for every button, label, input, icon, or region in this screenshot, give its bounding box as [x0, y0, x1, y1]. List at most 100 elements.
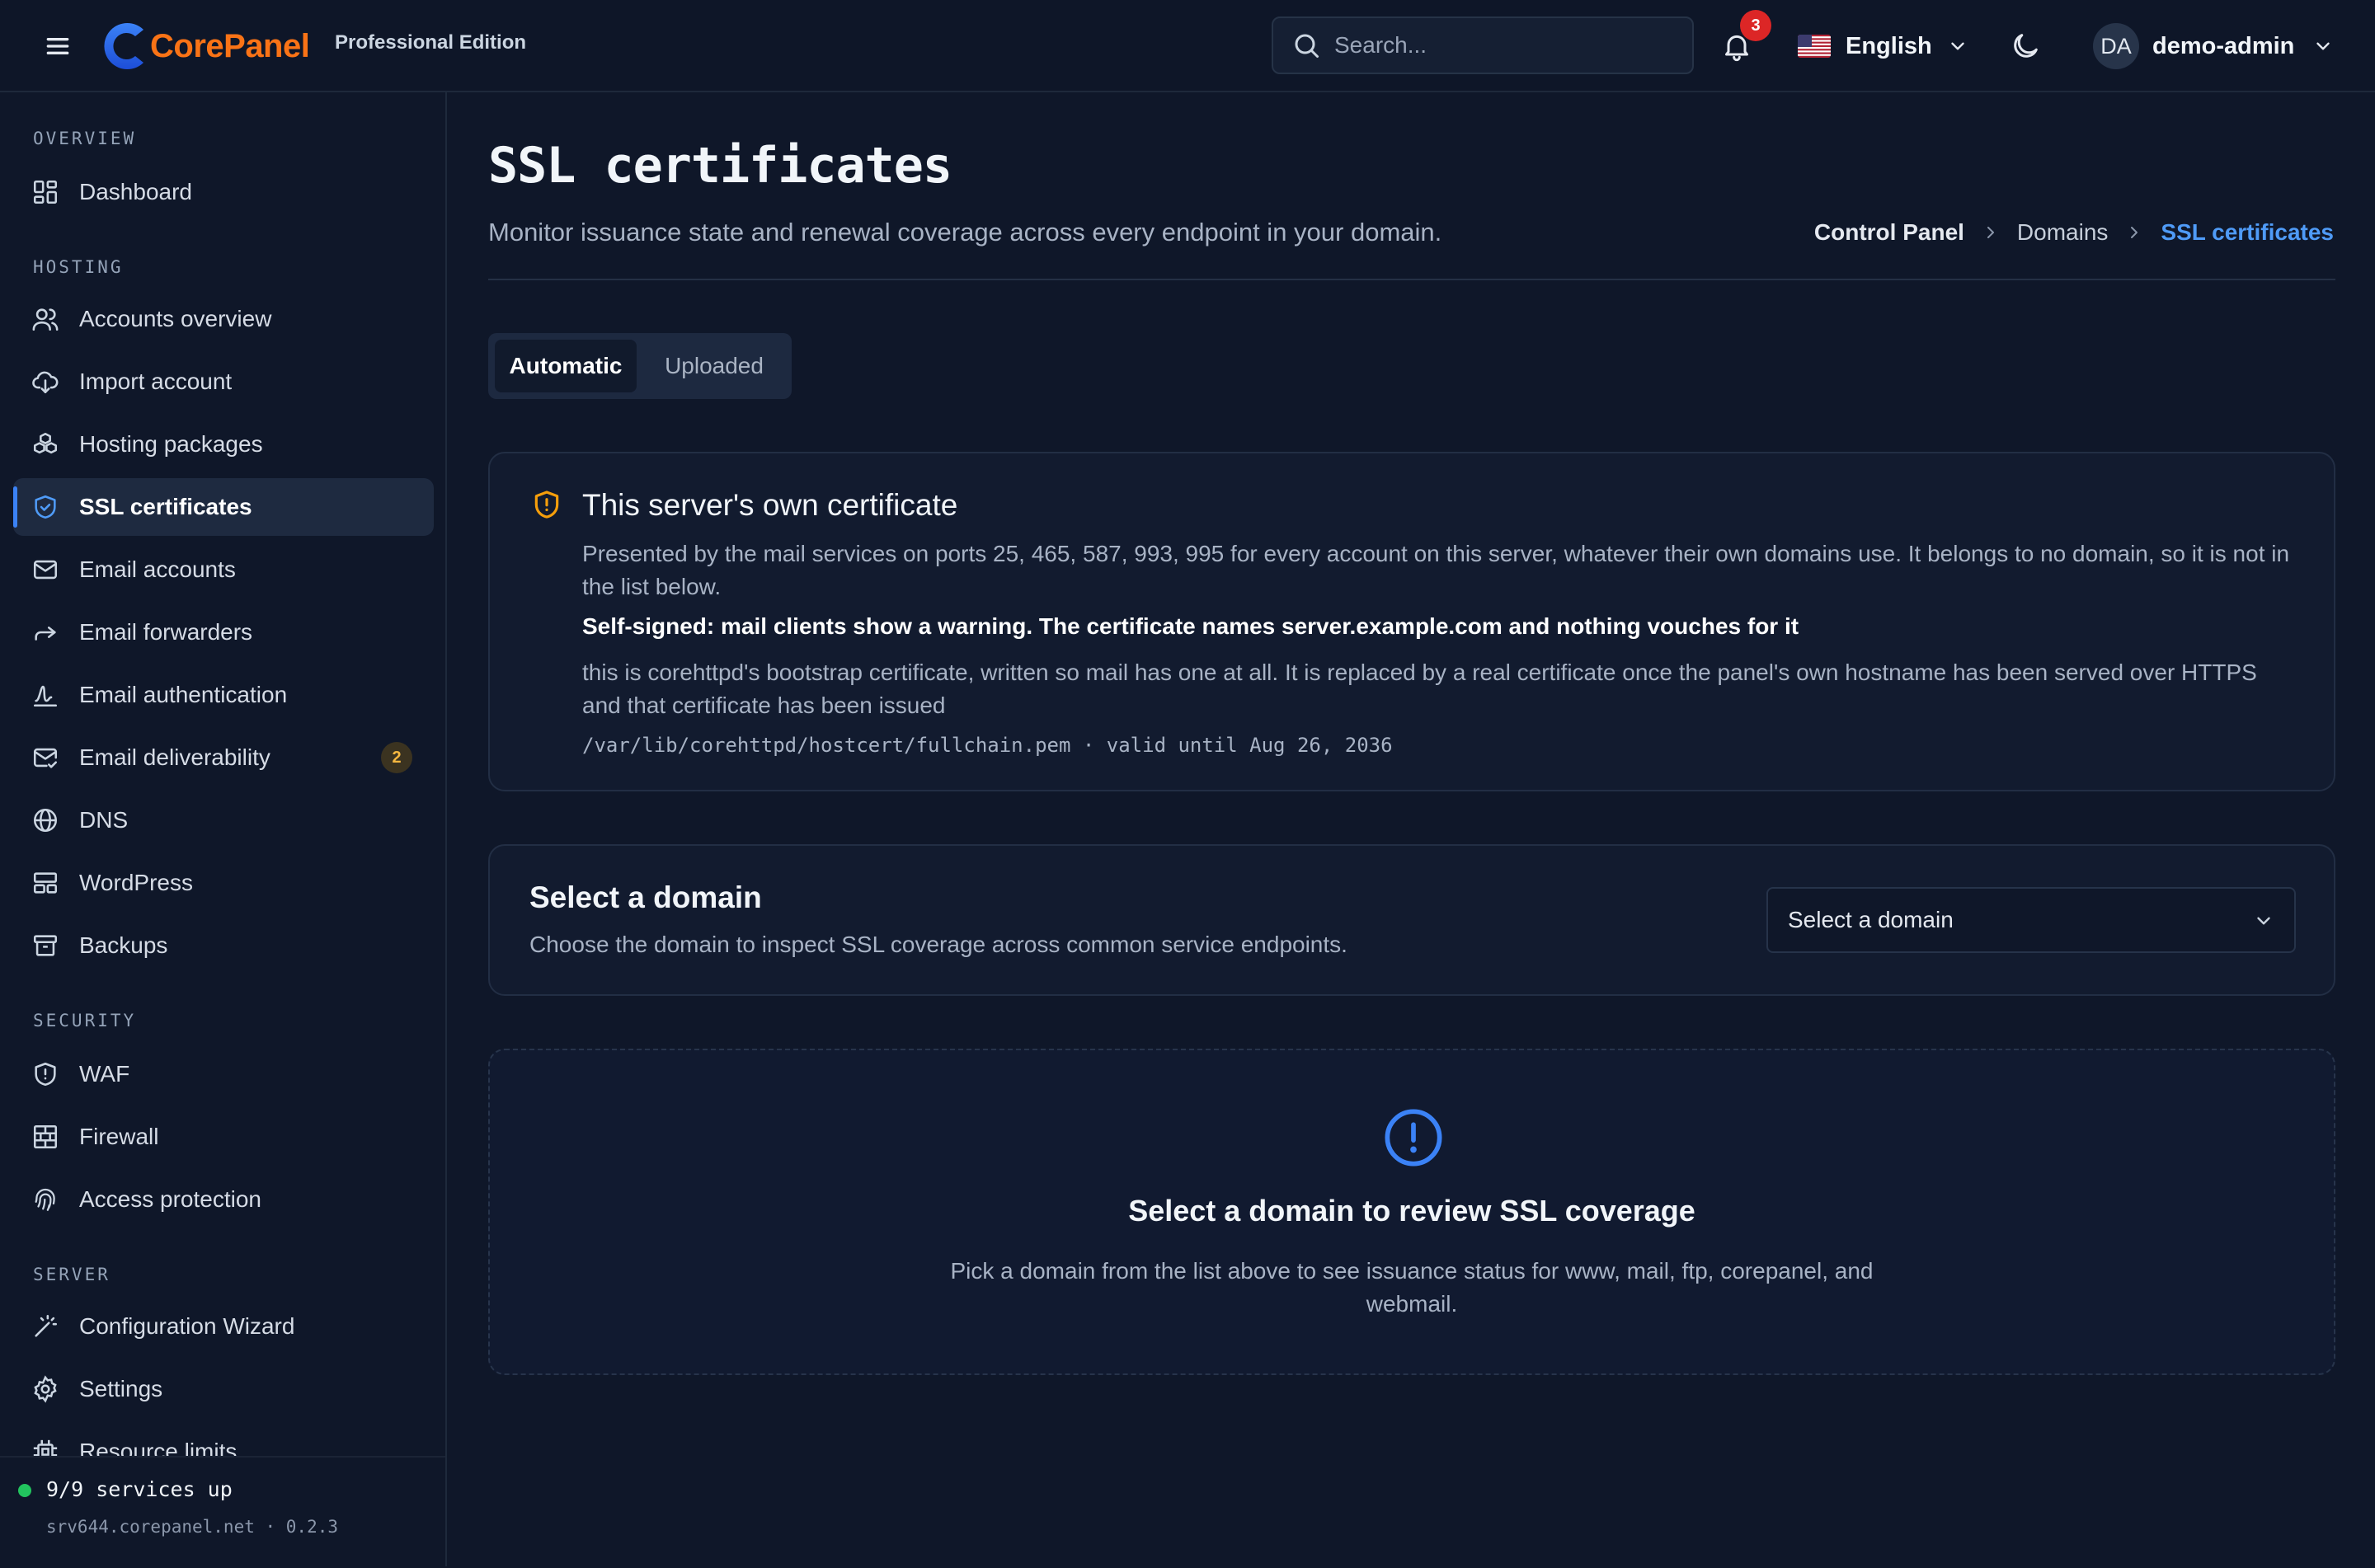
users-icon	[32, 308, 59, 331]
sidebar-item-label: Backups	[79, 932, 168, 958]
certificate-title: This server's own certificate	[582, 488, 958, 522]
chevron-right-icon	[1987, 227, 1994, 238]
certificate-description: Presented by the mail services on ports …	[582, 541, 2290, 599]
shield-alert-icon	[35, 1062, 56, 1087]
sidebar-item-configuration-wizard[interactable]: Configuration Wizard	[13, 1298, 434, 1355]
user-menu[interactable]: DA demo-admin	[2093, 21, 2334, 71]
wand-icon	[35, 1314, 58, 1337]
sidebar-item-waf[interactable]: WAF	[13, 1045, 434, 1103]
page-subtitle: Monitor issuance state and renewal cover…	[488, 218, 1442, 246]
deliverability-count-badge: 2	[381, 742, 412, 773]
sidebar-item-label: DNS	[79, 807, 129, 833]
chevron-right-icon	[2131, 227, 2138, 238]
sidebar-item-label: Firewall	[79, 1124, 159, 1149]
sidebar: OVERVIEW Dashboard HOSTING Accounts over…	[0, 92, 447, 1566]
sidebar-section-security: SECURITY	[33, 1011, 137, 1030]
breadcrumb-control-panel[interactable]: Control Panel	[1814, 219, 1964, 246]
sidebar-item-label: Configuration Wizard	[79, 1313, 295, 1339]
certificate-tabs: Automatic Uploaded	[488, 333, 792, 399]
breadcrumb-current: SSL certificates	[2161, 219, 2334, 245]
globe-icon	[33, 808, 58, 833]
sidebar-item-label: Access protection	[79, 1186, 261, 1212]
user-name: demo-admin	[2152, 32, 2295, 59]
sidebar-item-label: Accounts overview	[79, 306, 272, 331]
fingerprint-icon	[35, 1188, 55, 1211]
chevron-down-icon	[1951, 42, 1964, 50]
moon-icon	[2014, 34, 2038, 58]
server-certificate-card: This server's own certificate Presented …	[488, 452, 2335, 791]
theme-toggle-button[interactable]	[2009, 30, 2042, 63]
sidebar-item-email-deliverability[interactable]: Email deliverability 2	[13, 729, 434, 786]
host-version: srv644.corepanel.net · 0.2.3	[46, 1517, 339, 1537]
status-indicator	[18, 1484, 31, 1497]
certificate-path: /var/lib/corehttpd/hostcert/fullchain.pe…	[582, 734, 1393, 757]
language-selector[interactable]: English	[1798, 25, 1968, 68]
sidebar-item-label: Hosting packages	[79, 431, 263, 457]
menu-icon[interactable]	[41, 30, 74, 63]
sidebar-item-email-authentication[interactable]: Email authentication	[13, 666, 434, 724]
brand-name: CorePanel	[150, 27, 310, 64]
top-bar: CorePanel Professional Edition 3 English…	[0, 0, 2375, 92]
domain-select-card: Select a domain Choose the domain to ins…	[488, 844, 2335, 996]
chevron-down-icon	[2257, 917, 2270, 925]
sidebar-item-label: SSL certificates	[79, 494, 252, 519]
chevron-down-icon	[2316, 42, 2330, 50]
edition-label: Professional Edition	[335, 31, 527, 54]
sidebar-section-server: SERVER	[33, 1265, 111, 1284]
sidebar-item-label: Email forwarders	[79, 619, 253, 645]
search-box[interactable]	[1272, 16, 1694, 74]
sidebar-item-email-accounts[interactable]: Email accounts	[13, 541, 434, 599]
signature-icon	[33, 685, 58, 707]
sidebar-item-hosting-packages[interactable]: Hosting packages	[13, 415, 434, 473]
mail-check-icon	[33, 748, 58, 768]
sidebar-item-accounts-overview[interactable]: Accounts overview	[13, 290, 434, 348]
mail-icon	[33, 560, 58, 580]
sidebar-section-overview: OVERVIEW	[33, 129, 137, 148]
brand-logo[interactable]: CorePanel	[97, 18, 310, 74]
sidebar-item-ssl-certificates[interactable]: SSL certificates	[13, 478, 434, 536]
empty-state: Select a domain to review SSL coverage P…	[488, 1049, 2335, 1375]
archive-icon	[33, 935, 58, 956]
search-input[interactable]	[1333, 31, 1682, 59]
gear-icon	[34, 1375, 57, 1403]
tab-uploaded[interactable]: Uploaded	[645, 340, 783, 392]
alert-circle-icon	[1385, 1109, 1442, 1167]
sidebar-item-firewall[interactable]: Firewall	[13, 1108, 434, 1166]
packages-icon	[33, 432, 58, 454]
page-title: SSL certificates	[488, 137, 952, 195]
certificate-warning: Self-signed: mail clients show a warning…	[582, 613, 1799, 639]
us-flag-icon	[1798, 35, 1831, 58]
sidebar-item-label: Email accounts	[79, 556, 236, 582]
search-icon	[1295, 34, 1319, 58]
dashboard-icon	[33, 180, 58, 204]
empty-state-title: Select a domain to review SSL coverage	[1128, 1194, 1695, 1228]
sidebar-footer	[0, 1456, 445, 1568]
select-domain-title: Select a domain	[529, 880, 762, 914]
sidebar-item-dashboard[interactable]: Dashboard	[13, 163, 434, 221]
layout-icon	[33, 872, 58, 894]
sidebar-section-hosting: HOSTING	[33, 257, 124, 277]
avatar: DA	[2093, 23, 2139, 69]
breadcrumb: Control Panel Domains SSL certificates	[1814, 219, 2334, 246]
services-status: 9/9 services up	[46, 1477, 233, 1501]
select-domain-subtitle: Choose the domain to inspect SSL coverag…	[529, 932, 1347, 957]
sidebar-item-wordpress[interactable]: WordPress	[13, 854, 434, 912]
logo-mark-icon	[104, 23, 143, 69]
sidebar-item-backups[interactable]: Backups	[13, 917, 434, 974]
domain-select[interactable]: Select a domain	[1766, 887, 2296, 953]
empty-state-subtitle: Pick a domain from the list above to see…	[950, 1258, 1874, 1317]
domain-select-value: Select a domain	[1788, 907, 1954, 932]
sidebar-item-dns[interactable]: DNS	[13, 791, 434, 849]
tab-automatic[interactable]: Automatic	[495, 340, 637, 392]
sidebar-item-label: WordPress	[79, 870, 193, 895]
sidebar-item-label: Email deliverability	[79, 744, 270, 770]
sidebar-item-label: WAF	[79, 1061, 130, 1087]
notification-count-badge: 3	[1740, 10, 1771, 41]
sidebar-item-label: Settings	[79, 1376, 163, 1401]
sidebar-item-settings[interactable]: Settings	[13, 1360, 434, 1418]
sidebar-item-email-forwarders[interactable]: Email forwarders	[13, 603, 434, 661]
sidebar-item-import-account[interactable]: Import account	[13, 353, 434, 411]
sidebar-item-access-protection[interactable]: Access protection	[13, 1171, 434, 1228]
breadcrumb-domains[interactable]: Domains	[2017, 219, 2108, 246]
shield-check-icon	[35, 495, 56, 519]
